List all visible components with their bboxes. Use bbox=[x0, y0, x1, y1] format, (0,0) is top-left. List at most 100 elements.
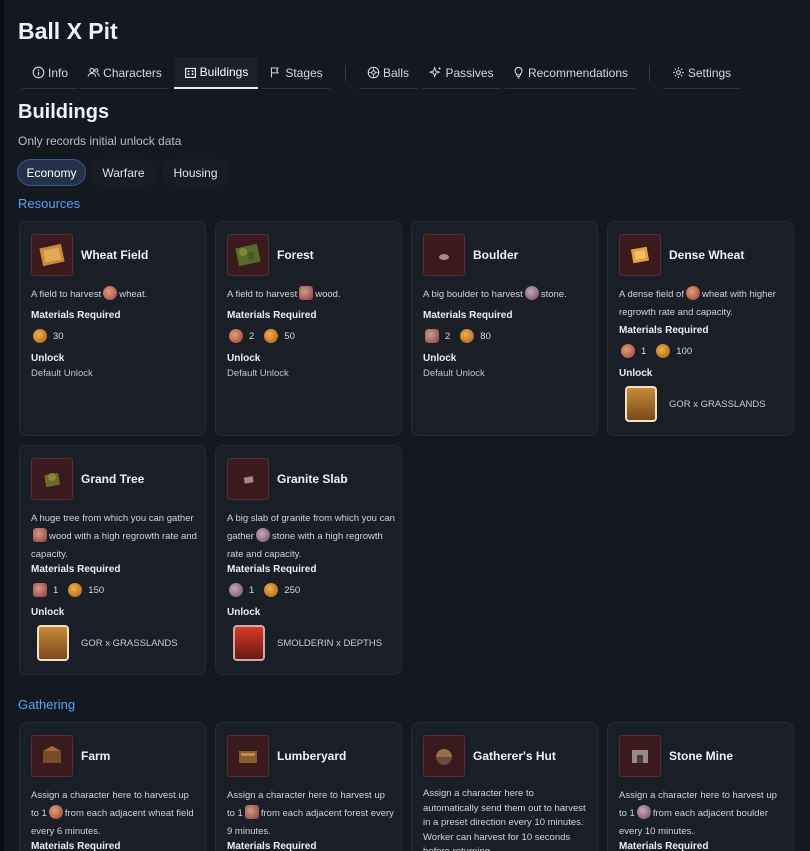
wood-icon bbox=[244, 805, 259, 819]
gor-portrait-icon bbox=[625, 386, 657, 422]
wheat-icon bbox=[685, 286, 700, 300]
unlock-row: GOR x GRASSLANDS bbox=[37, 625, 178, 661]
building-description: Assign a character here to harvest up to… bbox=[619, 790, 777, 837]
tab-passives[interactable]: Passives bbox=[422, 57, 501, 89]
building-name: Dense Wheat bbox=[669, 248, 745, 262]
building-name: Grand Tree bbox=[81, 472, 145, 486]
building-description: A huge tree from which you can gatherwoo… bbox=[31, 513, 197, 560]
building-card[interactable]: Farm Assign a character here to harvest … bbox=[19, 722, 206, 851]
wood-icon bbox=[33, 528, 47, 542]
building-name: Granite Slab bbox=[277, 472, 348, 486]
tab-recommendations[interactable]: Recommendations bbox=[505, 57, 635, 89]
app-title: Ball X Pit bbox=[18, 18, 118, 44]
unlock-value: GOR x GRASSLANDS bbox=[669, 398, 766, 410]
building-name: Farm bbox=[81, 749, 111, 763]
ball-icon bbox=[367, 66, 380, 79]
tab-recommendations-label: Recommendations bbox=[527, 65, 629, 80]
building-description: A dense field of wheat with higher regrow… bbox=[619, 286, 787, 322]
tab-settings[interactable]: Settings bbox=[663, 57, 740, 89]
lightbulb-icon bbox=[514, 66, 523, 79]
material-qty: 250 bbox=[284, 584, 301, 596]
building-card[interactable]: Stone Mine Assign a character here to ha… bbox=[607, 722, 794, 851]
tab-info-label: Info bbox=[47, 65, 68, 80]
unlock-label: Unlock bbox=[227, 607, 261, 618]
lumberyard-icon bbox=[227, 735, 269, 777]
building-card[interactable]: Gatherer's Hut Assign a character here t… bbox=[411, 722, 598, 851]
building-description: A field to harvest wheat. bbox=[31, 286, 199, 304]
unlock-label: Unlock bbox=[423, 353, 457, 364]
building-description: Assign a character here to harvest up to… bbox=[31, 790, 194, 837]
materials-list: 2 50 bbox=[227, 329, 303, 343]
nav-divider bbox=[345, 65, 346, 81]
building-name: Boulder bbox=[473, 248, 519, 262]
material-qty: 50 bbox=[284, 330, 295, 342]
building-card[interactable]: Wheat Field A field to harvest wheat. Mat… bbox=[19, 221, 206, 436]
stone-icon bbox=[229, 583, 243, 597]
category-warfare-button[interactable]: Warfare bbox=[91, 159, 156, 186]
group-title-resources: Resources bbox=[18, 196, 81, 211]
materials-label: Materials Required bbox=[423, 310, 513, 321]
tab-characters[interactable]: Characters bbox=[80, 57, 169, 89]
materials-label: Materials Required bbox=[31, 841, 121, 851]
material-qty: 2 bbox=[445, 330, 451, 342]
tab-balls[interactable]: Balls bbox=[359, 57, 417, 89]
building-name: Lumberyard bbox=[277, 749, 347, 763]
tab-stages[interactable]: Stages bbox=[262, 57, 330, 89]
gear-icon bbox=[673, 67, 684, 78]
wood-icon bbox=[299, 286, 314, 300]
farm-icon bbox=[31, 735, 73, 777]
main-nav: Info Characters Buildings Stages Balls P… bbox=[4, 57, 810, 89]
building-card[interactable]: Lumberyard Assign a character here to ha… bbox=[215, 722, 402, 851]
building-card[interactable]: Forest A field to harvest wood. Materials… bbox=[215, 221, 402, 436]
material-qty: 2 bbox=[249, 330, 255, 342]
building-icon bbox=[184, 67, 196, 78]
sparkle-icon bbox=[429, 66, 442, 79]
tab-buildings[interactable]: Buildings bbox=[174, 57, 258, 89]
materials-label: Materials Required bbox=[619, 325, 709, 336]
unlock-value: SMOLDERIN x DEPTHS bbox=[277, 637, 383, 649]
building-description: A big boulder to harvest stone. bbox=[423, 286, 591, 304]
tab-settings-label: Settings bbox=[687, 65, 732, 80]
unlock-label: Unlock bbox=[31, 353, 65, 364]
material-qty: 1 bbox=[249, 584, 255, 596]
unlock-value: GOR x GRASSLANDS bbox=[81, 637, 178, 649]
materials-list: 30 bbox=[31, 329, 72, 343]
building-card[interactable]: Dense Wheat A dense field of wheat with h… bbox=[607, 221, 794, 436]
unlock-row: SMOLDERIN x DEPTHS bbox=[233, 625, 382, 661]
gatherers-hut-icon bbox=[423, 735, 465, 777]
building-name: Forest bbox=[277, 248, 314, 262]
wheat-icon bbox=[103, 286, 118, 300]
building-description: A big slab of granite from which you can… bbox=[227, 513, 395, 560]
building-name: Gatherer's Hut bbox=[473, 749, 556, 763]
unlock-value: Default Unlock bbox=[31, 368, 93, 379]
gold-icon bbox=[656, 344, 671, 358]
nav-divider bbox=[649, 65, 650, 81]
tab-buildings-label: Buildings bbox=[199, 65, 249, 79]
building-card[interactable]: Boulder A big boulder to harvest stone. M… bbox=[411, 221, 598, 436]
category-housing-button[interactable]: Housing bbox=[162, 159, 229, 186]
gold-icon bbox=[264, 583, 279, 597]
materials-list: 2 80 bbox=[423, 329, 499, 343]
unlock-label: Unlock bbox=[619, 368, 653, 379]
unlock-value: Default Unlock bbox=[227, 368, 289, 379]
building-description: Assign a character here to harvest up to… bbox=[227, 790, 394, 837]
tab-stages-label: Stages bbox=[285, 65, 323, 80]
material-qty: 1 bbox=[53, 584, 59, 596]
info-icon bbox=[32, 66, 45, 79]
gold-icon bbox=[264, 329, 279, 343]
unlock-label: Unlock bbox=[227, 353, 261, 364]
material-qty: 30 bbox=[53, 330, 64, 342]
materials-label: Materials Required bbox=[31, 310, 121, 321]
building-name: Wheat Field bbox=[81, 248, 149, 262]
building-card[interactable]: Granite Slab A big slab of granite from … bbox=[215, 445, 402, 675]
unlock-label: Unlock bbox=[31, 607, 65, 618]
category-economy-button[interactable]: Economy bbox=[17, 159, 86, 186]
tab-characters-label: Characters bbox=[103, 65, 162, 80]
materials-label: Materials Required bbox=[227, 564, 317, 575]
material-qty: 100 bbox=[676, 345, 693, 357]
tab-info[interactable]: Info bbox=[22, 57, 78, 89]
material-qty: 1 bbox=[641, 345, 647, 357]
building-card[interactable]: Grand Tree A huge tree from which you ca… bbox=[19, 445, 206, 675]
materials-list: 1 250 bbox=[227, 583, 308, 597]
materials-list: 1 100 bbox=[619, 344, 700, 358]
